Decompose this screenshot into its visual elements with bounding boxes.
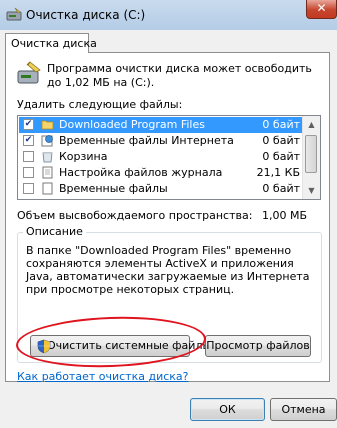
space-value: 1,00 МБ [262,209,308,222]
list-scrollbar[interactable]: ▲ ▼ [302,116,320,199]
checkbox[interactable] [23,167,34,178]
tab-disk-cleanup[interactable]: Очистка диска [5,33,97,53]
view-files-button[interactable]: Просмотр файлов [205,335,311,357]
list-item[interactable]: Настройка файлов журнала 21,1 КБ [19,165,304,181]
files-list[interactable]: ✔ Downloaded Program Files 0 байт ✔ Врем… [17,115,321,200]
space-label: Объем высвобождаемого пространства: [17,209,253,222]
disk-cleanup-icon [6,7,22,21]
item-size: 0 байт [262,134,300,147]
item-name: Временные файлы Интернета [59,134,234,147]
scroll-up-icon[interactable]: ▲ [303,116,320,133]
ok-button[interactable]: ОК [190,398,265,421]
temp-files-icon [42,182,53,195]
item-name: Корзина [59,150,108,163]
close-button[interactable]: ✕ [306,0,337,19]
description-legend: Описание [23,225,86,238]
how-it-works-link[interactable]: Как работает очистка диска? [17,370,189,383]
files-section-label: Удалить следующие файлы: [17,98,183,111]
log-files-icon [42,166,53,179]
list-item[interactable]: Временные файлы 0 байт [19,181,304,197]
cancel-button[interactable]: Отмена [270,398,337,421]
item-name: Временные файлы [59,182,168,195]
checkbox[interactable] [23,151,34,162]
item-name: Настройка файлов журнала [59,166,223,179]
disk-cleanup-icon [17,61,41,84]
list-item[interactable]: ✔ Временные файлы Интернета 0 байт [19,133,304,149]
window-title: Очистка диска (C:) [26,8,146,22]
item-size: 0 байт [262,150,300,163]
recycle-bin-icon [42,152,53,163]
item-size: 0 байт [262,182,300,195]
item-size: 0 байт [262,118,300,131]
list-item[interactable]: ✔ Downloaded Program Files 0 байт [19,117,304,133]
description-text: В папке "Downloaded Program Files" време… [26,244,310,296]
checkbox[interactable]: ✔ [23,119,34,130]
item-name: Downloaded Program Files [59,118,205,131]
header-text: Программа очистки диска может освободить… [47,62,312,89]
checkbox[interactable]: ✔ [23,135,34,146]
scroll-down-icon[interactable]: ▼ [303,182,320,199]
internet-files-icon [41,135,53,147]
checkbox[interactable] [23,183,34,194]
item-size: 21,1 КБ [256,166,300,179]
folder-icon [41,120,54,130]
scroll-thumb[interactable] [305,135,317,173]
list-item[interactable]: Корзина 0 байт [19,149,304,165]
